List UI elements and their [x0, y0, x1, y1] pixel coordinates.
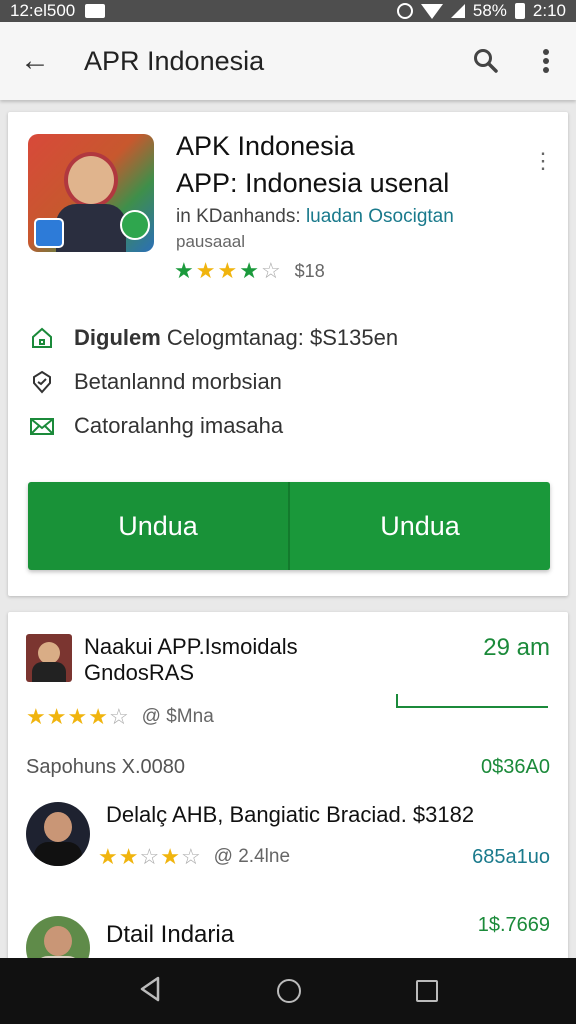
- more-vert-icon[interactable]: [516, 22, 576, 100]
- app-title: APK Indonesia APP: Indonesia usenal: [176, 128, 449, 202]
- list-item-time: 29 am: [483, 634, 550, 661]
- star-icon: ★: [239, 258, 259, 283]
- developer-prefix: in KDanhands:: [176, 206, 301, 227]
- star-icon: ★: [26, 704, 46, 729]
- app-detail-card: APK Indonesia APP: Indonesia usenal ⋮ in…: [8, 112, 568, 596]
- install-button-right[interactable]: Undua: [288, 482, 550, 570]
- list-section-row: Sapohuns X.0080 0$36A0: [26, 756, 550, 786]
- star-icon: ★: [88, 704, 108, 729]
- avatar-suit: [34, 842, 82, 866]
- list-item-title: Dtail Indaria: [106, 921, 235, 948]
- app-title-line1: APK Indonesia: [176, 131, 355, 161]
- info-row-developer: Digulem Celogmtanag: $S135en: [28, 324, 398, 352]
- list-item-title: Naakui APP.Ismoidals GndosRAS: [84, 634, 298, 685]
- info-bold: Digulem: [74, 325, 161, 350]
- star-icon: ★: [67, 704, 88, 729]
- developer-link[interactable]: luadan Osocigtan: [306, 206, 454, 227]
- status-clock: 2:10: [532, 1, 566, 20]
- app-icon-badge-round: [120, 210, 150, 240]
- nav-home-icon[interactable]: [276, 979, 301, 1003]
- system-nav-bar: [0, 958, 576, 1024]
- app-rating: ★ ★ ★ ★ ☆ $18: [174, 258, 325, 284]
- signal-icon: [450, 4, 465, 18]
- app-subtitle: pausaaal: [176, 232, 246, 251]
- star-empty-icon: ☆: [260, 258, 281, 283]
- mail-icon: [28, 412, 56, 440]
- star-icon: ★: [195, 258, 216, 283]
- toolbar-title: APR Indonesia: [84, 45, 265, 76]
- battery-percent: 58%: [472, 1, 507, 20]
- rating-count: @ $Mna: [141, 706, 214, 727]
- star-empty-icon: ☆: [139, 844, 160, 869]
- rating-count: @ 2.4lne: [213, 846, 291, 867]
- info-row-category: Catoralanhg imasaha: [28, 412, 283, 440]
- notification-icon: [85, 4, 106, 18]
- app-title-line2-bold: APP: Indonesia: [176, 168, 363, 198]
- install-bar: Undua Undua: [28, 482, 550, 570]
- list-item[interactable]: Delalç AHB, Bangiatic Braciad. $3182 ★ ★…: [26, 800, 550, 880]
- avatar-suit: [32, 662, 66, 682]
- app-title-line2: APP: Indonesia usenal: [176, 165, 449, 202]
- home-icon: [28, 324, 56, 352]
- info-rest: Celogmtanag: $S135en: [160, 325, 399, 350]
- app-title-line2-rest: usenal: [362, 168, 450, 198]
- status-bar: 12:el500 58% 2:10: [0, 0, 576, 22]
- info-text: Catoralanhg imasaha: [74, 413, 284, 438]
- app-toolbar: ← APR Indonesia: [0, 22, 576, 100]
- arrow-left-icon[interactable]: ←: [0, 22, 70, 100]
- star-half-icon: ☆: [108, 704, 129, 729]
- app-icon-face: [64, 152, 118, 208]
- list-item-title: Delalç AHB, Bangiatic Braciad. $3182: [106, 802, 475, 827]
- list-item[interactable]: Naakui APP.Ismoidals GndosRAS 29 am ★ ★ …: [26, 634, 550, 744]
- wifi-icon: [420, 3, 443, 19]
- list-item-rating: ★ ★ ★ ★ ☆ @ $Mna: [26, 704, 214, 730]
- star-icon: ★: [174, 258, 194, 283]
- info-row-security: Betanlannd morbsian: [28, 368, 282, 396]
- shield-icon: [28, 368, 56, 396]
- alarm-icon: [396, 3, 413, 19]
- app-icon-badge: [34, 218, 64, 248]
- star-icon: ★: [98, 844, 118, 869]
- star-icon: ★: [118, 844, 139, 869]
- related-apps-card: Naakui APP.Ismoidals GndosRAS 29 am ★ ★ …: [8, 612, 568, 980]
- avatar: [26, 802, 90, 866]
- list-item-price: 685a1uo: [472, 846, 550, 868]
- avatar-face: [44, 812, 72, 842]
- list-item-rating: ★ ★ ☆ ★ ☆ @ 2.4lne: [98, 844, 290, 870]
- card-more-icon[interactable]: ⋮: [532, 148, 554, 174]
- progress-bar: [396, 694, 548, 708]
- app-icon[interactable]: [28, 134, 154, 252]
- info-text: Digulem Celogmtanag: $S135en: [74, 325, 398, 351]
- section-price: 0$36A0: [481, 756, 550, 778]
- avatar-face: [38, 642, 60, 664]
- section-label: Sapohuns X.0080: [26, 756, 186, 778]
- star-icon: ★: [160, 844, 180, 869]
- app-icon-suit: [56, 204, 126, 252]
- info-text: Betanlannd morbsian: [74, 369, 282, 394]
- status-time: 12:el500: [10, 1, 76, 20]
- star-empty-icon: ☆: [180, 844, 201, 869]
- battery-icon: [514, 3, 525, 19]
- rating-count: $18: [294, 260, 325, 281]
- nav-back-icon[interactable]: [138, 976, 162, 1007]
- list-item-price: 1$.7669: [477, 914, 550, 936]
- star-icon: ★: [46, 704, 67, 729]
- avatar-face: [44, 926, 72, 956]
- star-icon: ★: [217, 258, 238, 283]
- developer-line: in KDanhands: luadan Osocigtan: [176, 206, 454, 228]
- search-icon[interactable]: [456, 22, 516, 100]
- avatar: [26, 634, 72, 682]
- install-button-left[interactable]: Undua: [28, 482, 288, 570]
- nav-recents-icon[interactable]: [416, 980, 439, 1002]
